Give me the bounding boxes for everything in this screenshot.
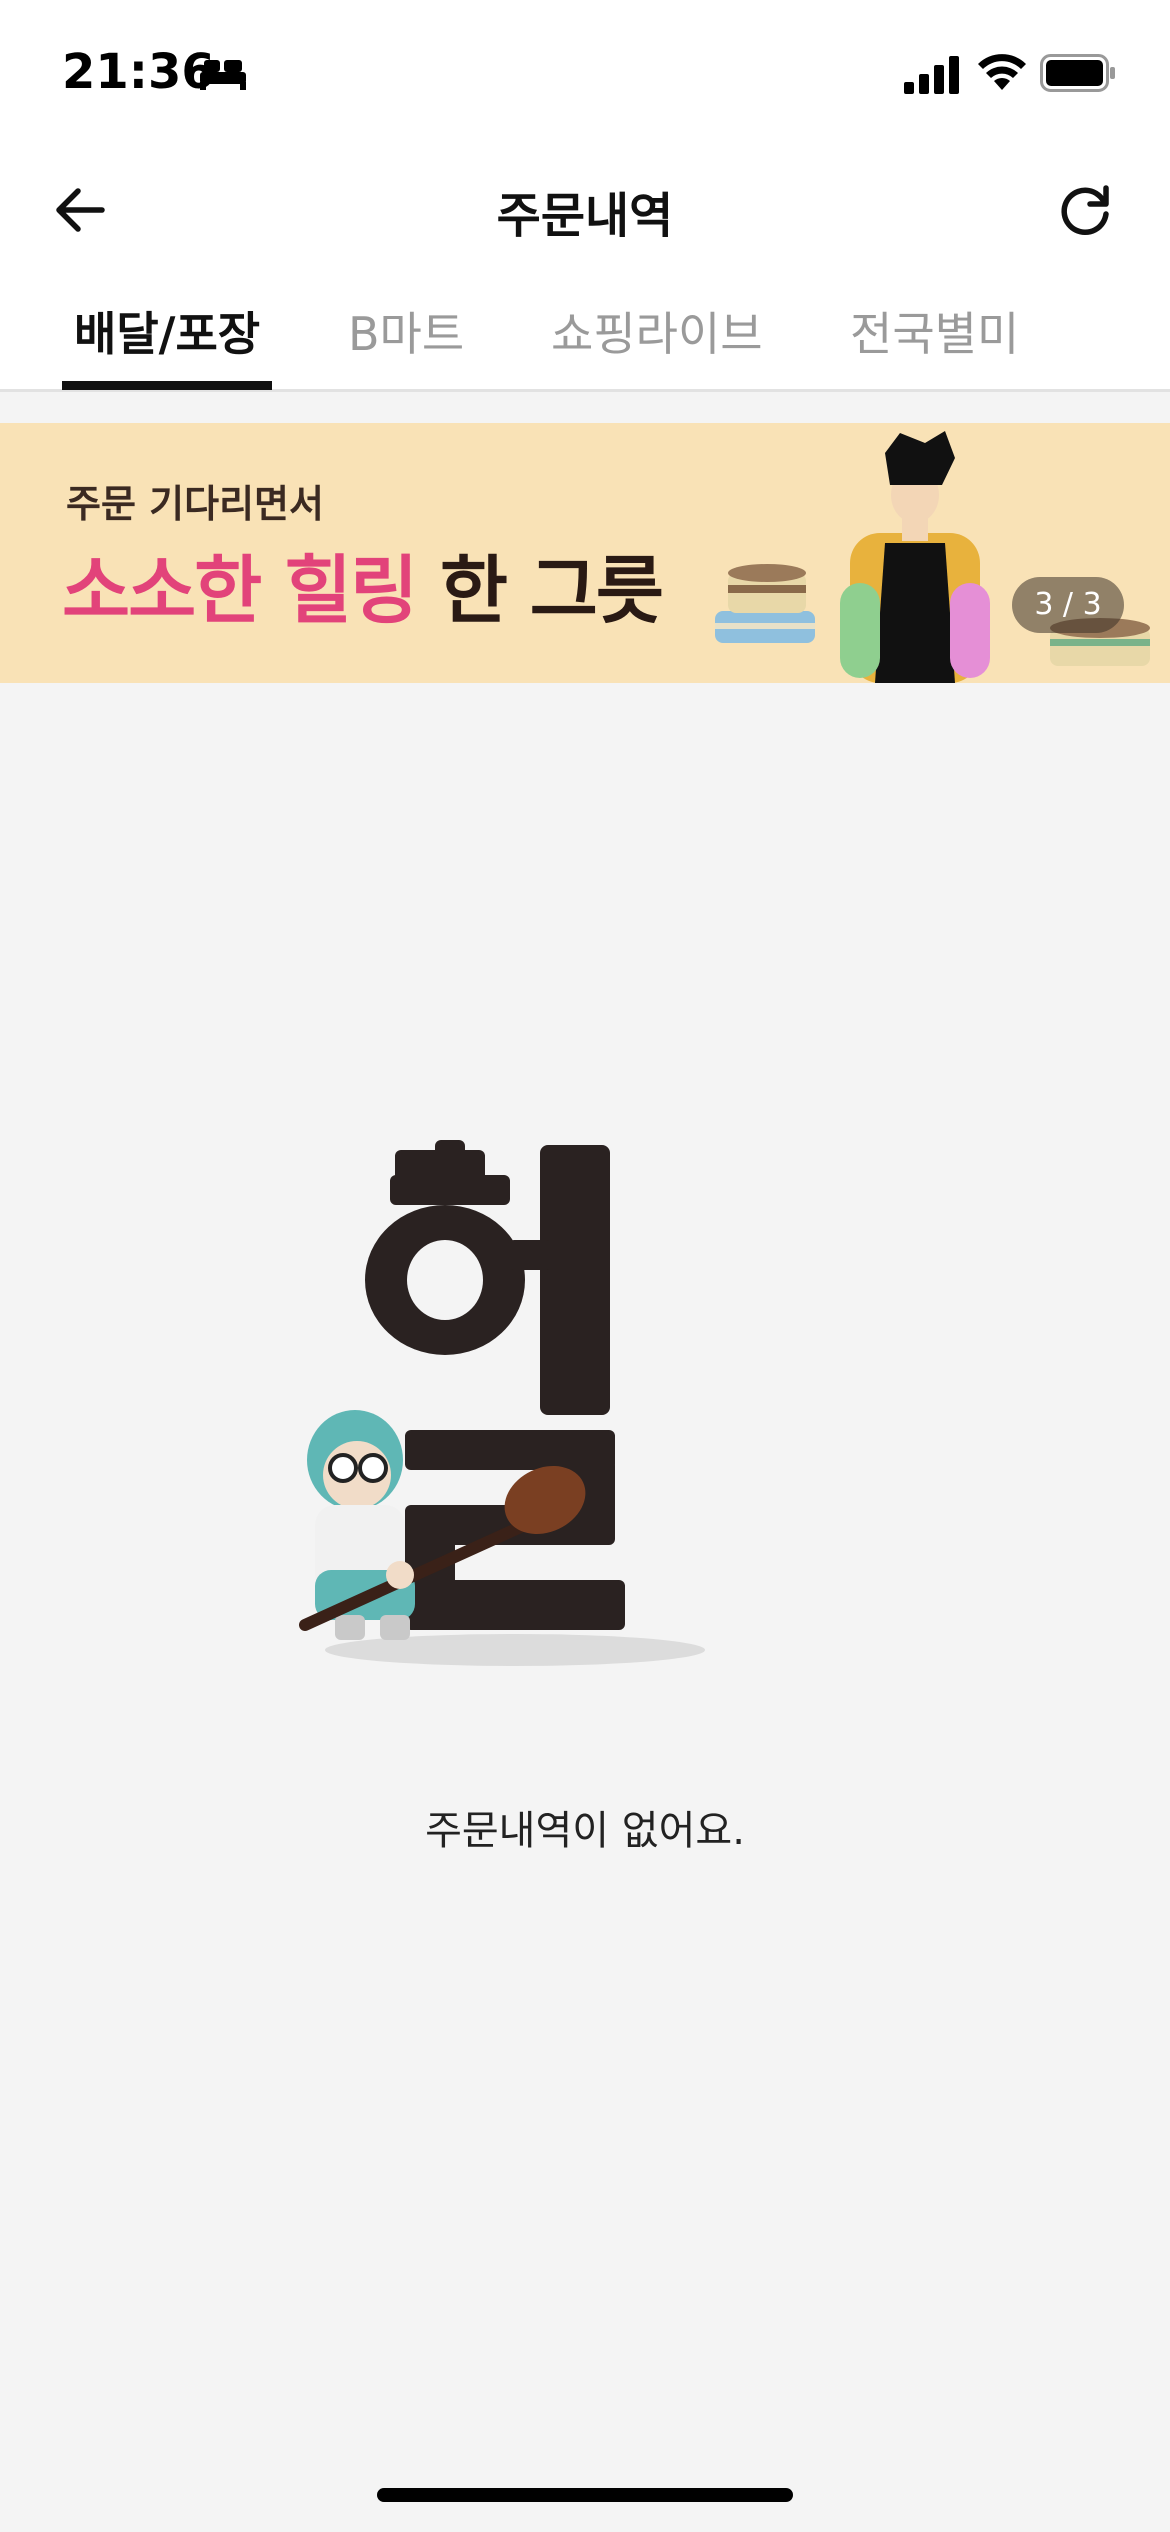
refresh-button[interactable] [1046,172,1126,248]
banner-illustration [715,431,1150,683]
status-time: 21:36 [62,44,215,100]
empty-orders-message: 주문내역이 없어요. [425,1808,745,1854]
bed-icon [200,60,246,90]
page-title: 주문내역 [496,188,674,244]
refresh-icon [1061,185,1109,236]
banner-subtitle: 주문 기다리면서 [66,482,324,526]
status-bar: 21:36 [0,0,1170,150]
promo-banner[interactable]: 주문 기다리면서 소소한 힐링 한 그릇 3 / 3 [0,423,1170,683]
tab-delivery-pickup[interactable]: 배달/포장 [61,298,273,390]
banner-title-rest: 한 그릇 [416,548,664,634]
tab-bmart[interactable]: B마트 [348,298,464,388]
empty-orders-illustration [299,1140,705,1666]
banner-page-counter: 3 / 3 [1012,577,1124,633]
battery-icon [1040,54,1115,92]
signal-icon [904,56,959,94]
tab-shopping-live[interactable]: 쇼핑라이브 [551,298,763,388]
order-category-tabs: 배달/포장 B마트 쇼핑라이브 전국별미 [0,270,1170,392]
banner-title-highlight: 소소한 힐링 [62,548,418,634]
banner-title: 소소한 힐링 한 그릇 [62,531,664,638]
app-header: 주문내역 [0,150,1170,270]
tab-national-delicacies[interactable]: 전국별미 [850,298,1019,388]
home-indicator[interactable] [377,2488,793,2502]
wifi-icon [978,54,1026,90]
